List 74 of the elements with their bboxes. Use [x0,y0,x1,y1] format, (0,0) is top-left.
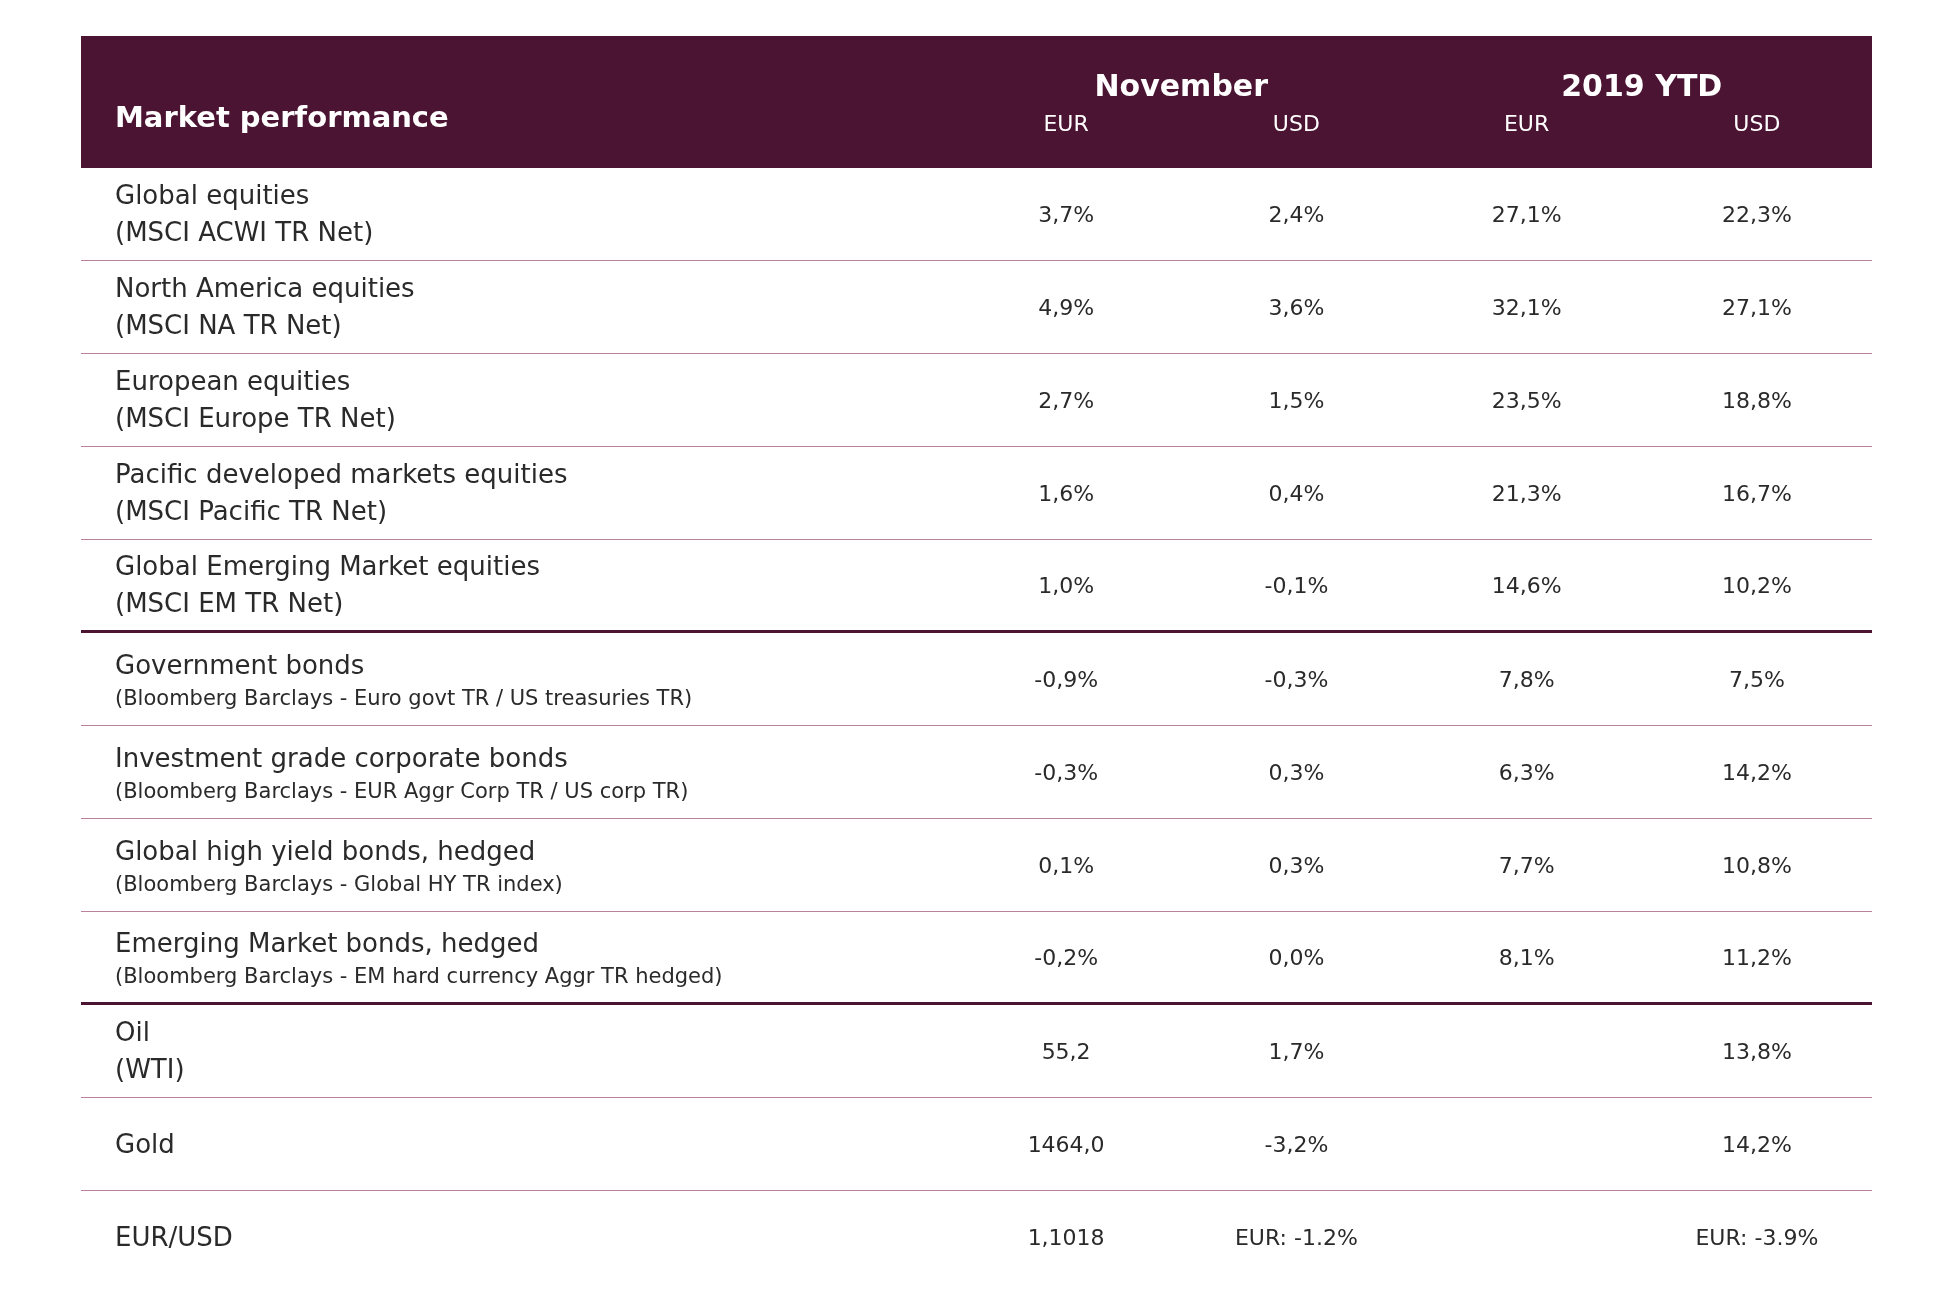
table-cell: 21,3% [1491,480,1562,506]
table-cell: 2,4% [1268,201,1325,227]
table-cell: 7,5% [1728,666,1785,692]
row-label: Global equities [115,179,311,212]
row-label: EUR/USD [115,1221,234,1254]
table-cell: 0,1% [1038,852,1095,878]
table-cell: -0,3% [1264,666,1329,692]
row-sublabel: (MSCI Pacific TR Net) [115,495,389,528]
row-label: Gold [115,1127,176,1161]
row-label: Pacific developed markets equities [115,458,569,491]
table-cell: -0,9% [1034,666,1099,692]
row-label: Investment grade corporate bonds [115,741,569,775]
table-cell: 6,3% [1498,759,1555,785]
table-cell: 16,7% [1721,480,1792,506]
table-cell: 4,9% [1038,294,1095,320]
table-cell: 7,8% [1498,666,1555,692]
table-cell: 14,2% [1721,759,1792,785]
table-cell: 23,5% [1491,387,1562,413]
column-header: USD [1732,111,1782,136]
table-cell: 13,8% [1721,1038,1792,1064]
row-sublabel: (MSCI EM TR Net) [115,587,345,620]
table-cell: 7,7% [1498,852,1555,878]
table-cell: 27,1% [1491,201,1562,227]
column-header: EUR [1042,111,1090,136]
row-sublabel: (Bloomberg Barclays - Euro govt TR / US treasuries TR) [115,684,694,712]
row-label: Emerging Market bonds, hedged [115,926,541,960]
row-sublabel: (MSCI NA TR Net) [115,309,343,342]
row-label: Global high yield bonds, hedged [115,834,537,868]
table-cell: 11,2% [1721,944,1792,970]
column-header: EUR [1502,111,1551,136]
table-cell: 8,1% [1498,944,1555,970]
table-cell: 1,1018 [1027,1225,1105,1250]
table-cell: 3,7% [1038,201,1095,227]
table-cell: 18,8% [1721,387,1792,413]
row-label: Global Emerging Market equities [115,550,541,583]
table-cell: 0,3% [1268,852,1325,878]
table-cell: 1464,0 [1027,1131,1105,1157]
table-cell: 1,6% [1038,480,1095,506]
row-label: North America equities [115,272,416,305]
row-label: Government bonds [115,648,366,682]
table-cell: 55,2 [1041,1038,1091,1064]
row-label: Oil [115,1016,151,1049]
table-cell: -0,1% [1264,572,1329,598]
table-cell: 14,2% [1721,1131,1792,1157]
column-group-header: November [1093,68,1269,105]
row-sublabel: (Bloomberg Barclays - Global HY TR index) [115,870,564,898]
table-cell: 0,4% [1268,480,1325,506]
table-cell: 2,7% [1038,387,1095,413]
table-cell: -0,2% [1034,944,1099,970]
table-cell: EUR: -1.2% [1234,1225,1358,1250]
table-cell: 3,6% [1268,294,1325,320]
table-cell: 1,7% [1268,1038,1325,1064]
table-cell: 10,2% [1721,572,1792,598]
row-label: European equities [115,365,352,398]
table-cell: 10,8% [1721,852,1792,878]
row-sublabel: (MSCI Europe TR Net) [115,402,397,435]
row-sublabel: (MSCI ACWI TR Net) [115,216,375,249]
column-group-header: 2019 YTD [1560,68,1724,105]
column-header: USD [1271,111,1321,136]
table-cell: EUR: -3.9% [1695,1225,1819,1250]
table-cell: 1,0% [1038,572,1095,598]
table-cell: -0,3% [1034,759,1099,785]
row-sublabel: (WTI) [115,1053,186,1086]
table-cell: 0,0% [1268,944,1325,970]
row-sublabel: (Bloomberg Barclays - EUR Aggr Corp TR / US corp TR) [115,777,690,805]
table-cell: -3,2% [1264,1131,1329,1157]
table-cell: 0,3% [1268,759,1325,785]
table-cell: 1,5% [1268,387,1325,413]
table-cell: 22,3% [1721,201,1792,227]
table-cell: 27,1% [1721,294,1792,320]
table-cell: 14,6% [1491,572,1562,598]
table-title: Market performance [114,99,450,134]
table-cell: 32,1% [1491,294,1562,320]
row-sublabel: (Bloomberg Barclays - EM hard currency Aggr TR hedged) [115,962,724,990]
